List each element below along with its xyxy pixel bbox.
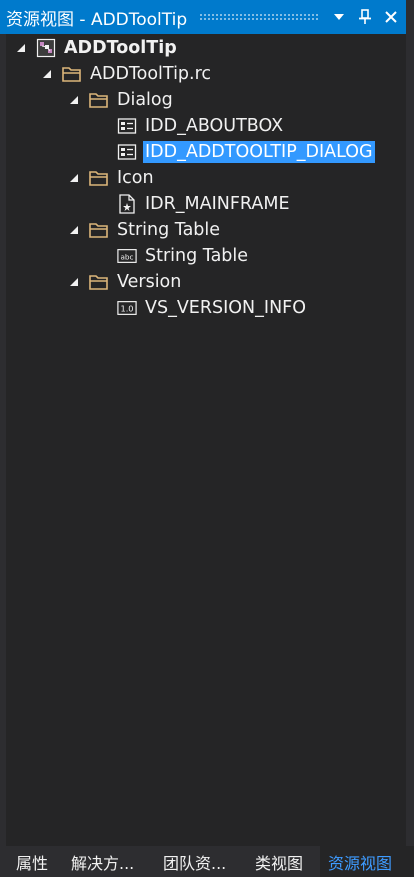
tree-node-label: ADDToolTip.rc xyxy=(90,64,212,84)
svg-text:1.0: 1.0 xyxy=(121,304,134,314)
tree-item-mainframe[interactable]: IDR_MAINFRAME xyxy=(95,191,292,217)
tab-team-explorer[interactable]: 团队资... xyxy=(163,846,226,877)
panel-title: 资源视图 - ADDToolTip xyxy=(6,9,188,30)
tree-node-label: IDD_ABOUTBOX xyxy=(145,116,284,136)
tree-node-label: Version xyxy=(117,272,182,292)
pin-button[interactable] xyxy=(354,6,376,28)
folder-icon xyxy=(62,64,82,84)
string-table-icon: abc xyxy=(117,246,137,266)
tree-item-main-dialog[interactable]: IDD_ADDTOOLTIP_DIALOG xyxy=(95,139,375,165)
svg-text:abc: abc xyxy=(120,253,133,262)
chevron-down-icon xyxy=(334,14,344,20)
folder-icon xyxy=(89,220,109,240)
tree-item-aboutbox[interactable]: IDD_ABOUTBOX xyxy=(95,113,285,139)
project-icon xyxy=(36,38,56,58)
expanded-arrow-icon[interactable] xyxy=(14,35,28,61)
tool-window-tabs: 属性 解决方... 团队资... 类视图 资源视图 xyxy=(0,846,414,877)
expanded-arrow-icon[interactable] xyxy=(67,269,81,295)
version-icon: 1.0 xyxy=(117,298,137,318)
tab-solution-explorer[interactable]: 解决方... xyxy=(71,846,134,877)
folder-icon xyxy=(89,168,109,188)
tree-node-version-folder[interactable]: Version xyxy=(67,269,183,295)
expanded-arrow-icon[interactable] xyxy=(67,165,81,191)
tree-node-icon-folder[interactable]: Icon xyxy=(67,165,156,191)
tree-node-label: ADDToolTip xyxy=(64,38,177,58)
resource-tree: ADDToolTip ADDToolTip.rc Dialog IDD_ABOU… xyxy=(6,34,406,846)
expanded-arrow-icon[interactable] xyxy=(67,217,81,243)
drag-grip[interactable] xyxy=(199,13,318,21)
tree-node-label: Dialog xyxy=(117,90,173,110)
folder-icon xyxy=(89,272,109,292)
icon-resource-icon xyxy=(117,194,137,214)
panel-title-bar[interactable]: 资源视图 - ADDToolTip xyxy=(0,0,406,34)
expanded-arrow-icon[interactable] xyxy=(67,87,81,113)
tree-node-label: String Table xyxy=(145,246,249,266)
expanded-arrow-icon[interactable] xyxy=(40,61,54,87)
tab-class-view[interactable]: 类视图 xyxy=(255,846,303,877)
tree-node-label: IDR_MAINFRAME xyxy=(145,194,290,214)
folder-icon xyxy=(89,90,109,110)
tree-node-root[interactable]: ADDToolTip xyxy=(14,35,179,61)
tab-properties[interactable]: 属性 xyxy=(16,846,48,877)
tree-item-version-info[interactable]: 1.0 VS_VERSION_INFO xyxy=(95,295,308,321)
tree-node-rc-file[interactable]: ADDToolTip.rc xyxy=(40,61,213,87)
close-icon xyxy=(385,11,397,23)
close-button[interactable] xyxy=(380,6,402,28)
dialog-resource-icon xyxy=(117,116,137,136)
resource-view-panel: 资源视图 - ADDToolTip ADDToolTip ADDToolTip.… xyxy=(0,0,414,877)
tree-node-label: String Table xyxy=(117,220,221,240)
tree-node-string-table-folder[interactable]: String Table xyxy=(67,217,222,243)
tree-node-dialog-folder[interactable]: Dialog xyxy=(67,87,175,113)
dropdown-button[interactable] xyxy=(328,6,350,28)
dialog-resource-icon xyxy=(117,142,137,162)
tree-node-label: VS_VERSION_INFO xyxy=(145,298,306,318)
tree-item-string-table[interactable]: abc String Table xyxy=(95,243,250,269)
pin-icon xyxy=(359,9,371,24)
tree-node-label: Icon xyxy=(117,168,154,188)
tree-node-label: IDD_ADDTOOLTIP_DIALOG xyxy=(143,141,375,163)
tab-resource-view[interactable]: 资源视图 xyxy=(320,846,414,877)
